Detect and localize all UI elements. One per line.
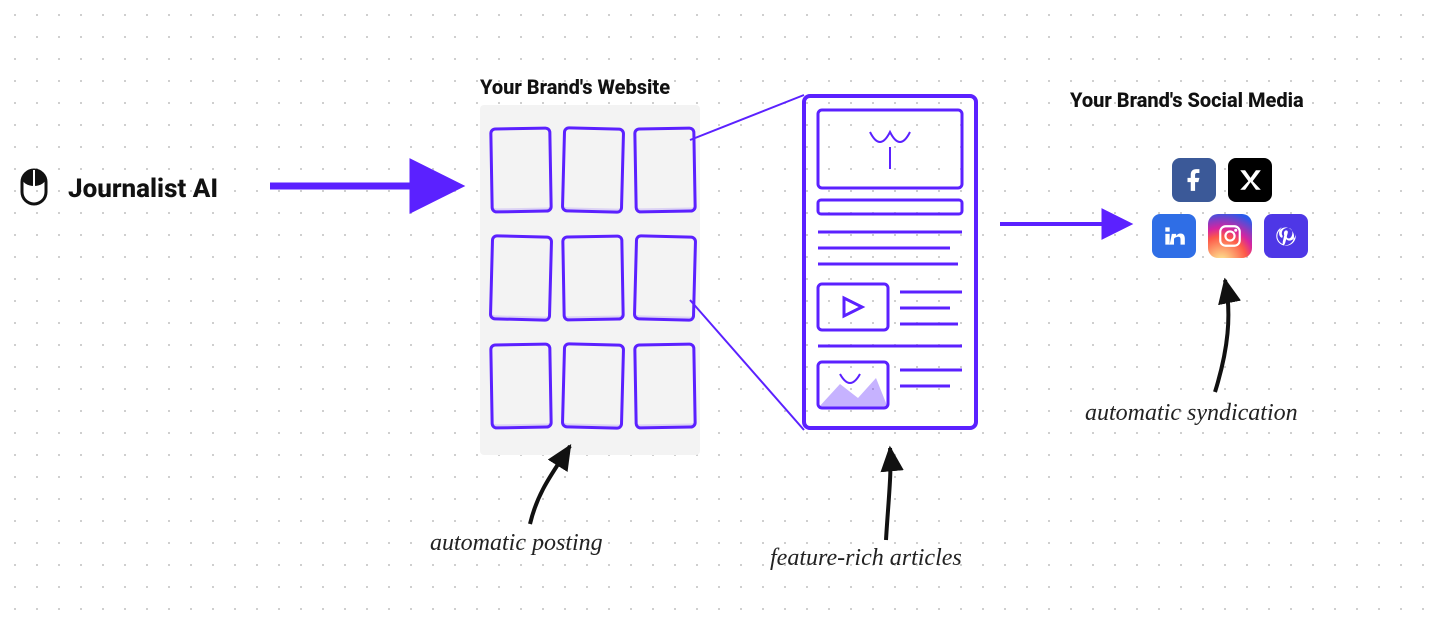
mouse-icon: [20, 168, 48, 210]
article-thumb: [489, 234, 553, 322]
article-detail: [800, 92, 980, 436]
social-row-2: [1152, 214, 1308, 258]
arrow-caption-posting: [530, 446, 570, 524]
caption-articles: feature-rich articles: [770, 545, 962, 572]
pinterest-icon: [1264, 214, 1308, 258]
article-thumb: [489, 126, 552, 213]
zoom-line-bottom: [690, 300, 804, 430]
social-row-1: [1172, 158, 1272, 202]
facebook-icon: [1172, 158, 1216, 202]
arrow-caption-articles: [886, 448, 891, 540]
article-grid: [480, 105, 700, 445]
heading-social: Your Brand's Social Media: [1070, 88, 1304, 112]
article-thumb: [489, 342, 552, 429]
article-thumb: [561, 126, 625, 214]
article-thumb: [633, 234, 697, 322]
article-thumb: [633, 342, 696, 429]
caption-syndication: automatic syndication: [1085, 400, 1298, 427]
website-card: [480, 105, 700, 455]
arrow-caption-syndication: [1215, 280, 1228, 392]
x-icon: [1228, 158, 1272, 202]
brand-block: Journalist AI: [20, 168, 218, 210]
article-thumb: [561, 234, 624, 321]
linkedin-icon: [1152, 214, 1196, 258]
zoom-line-top: [690, 95, 804, 140]
article-thumb: [633, 126, 696, 213]
instagram-icon: [1208, 214, 1252, 258]
article-thumb: [561, 342, 625, 430]
heading-website: Your Brand's Website: [480, 75, 670, 99]
caption-posting: automatic posting: [430, 530, 603, 557]
brand-name: Journalist AI: [68, 174, 218, 204]
